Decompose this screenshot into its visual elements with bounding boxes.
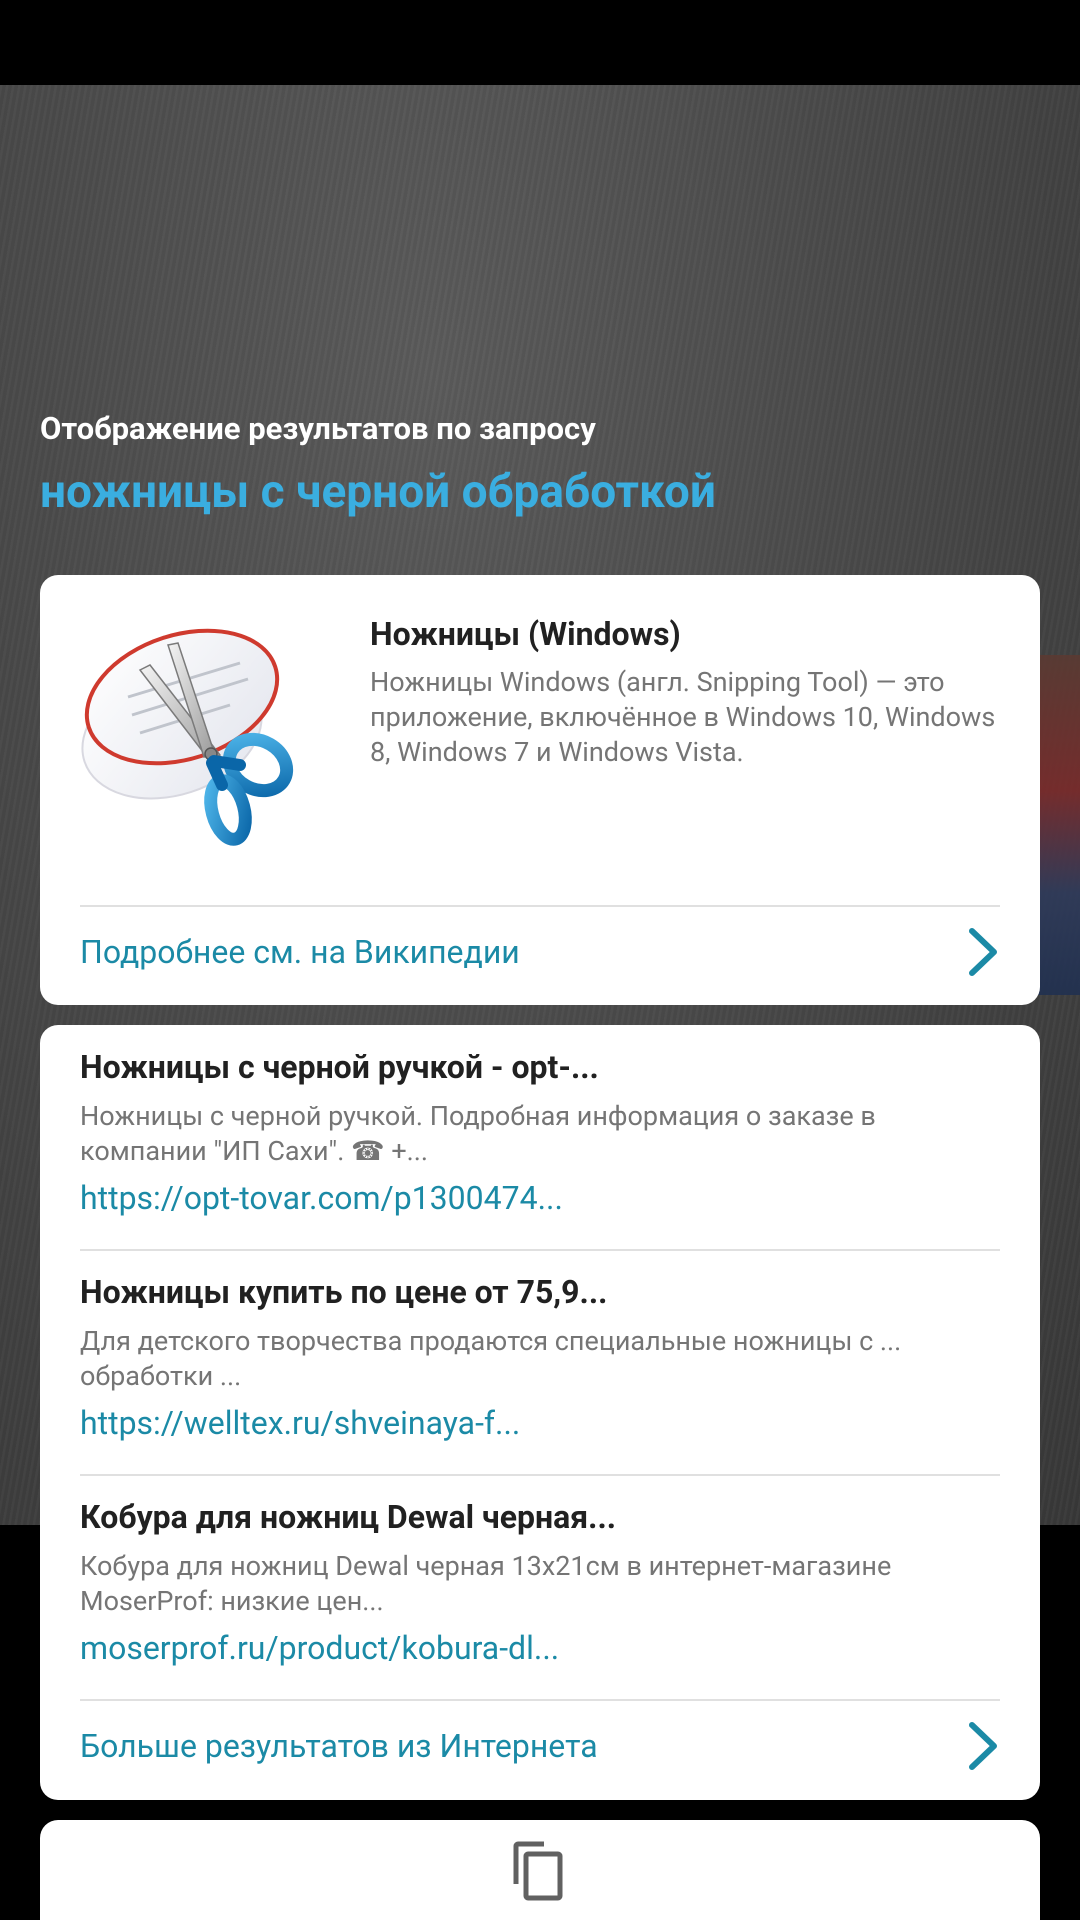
result-title: Кобура для ножниц Dewal черная...: [80, 1498, 617, 1536]
results-subtitle: Отображение результатов по запросу: [40, 410, 596, 447]
result-snippet: Для детского творчества продаются специа…: [80, 1325, 902, 1392]
snipping-tool-icon: [80, 615, 330, 855]
wikipedia-link-label: Подробнее см. на Википедии: [80, 933, 520, 971]
divider: [80, 1249, 1000, 1251]
web-results-card: Ножницы с черной ручкой - opt-... Ножниц…: [40, 1025, 1040, 1800]
wiki-description: Ножницы Windows (англ. Snipping Tool) — …: [370, 666, 996, 768]
copy-icon[interactable]: [510, 1840, 566, 1902]
divider: [80, 1474, 1000, 1476]
more-results-link[interactable]: Больше результатов из Интернета: [80, 1701, 1000, 1791]
result-item[interactable]: Ножницы купить по цене от 75,9... Для де…: [80, 1272, 1000, 1442]
copy-card[interactable]: [40, 1820, 1040, 1920]
chevron-right-icon: [969, 928, 997, 976]
chevron-right-icon: [969, 1722, 997, 1770]
status-bar: [0, 0, 1080, 85]
result-url[interactable]: https://opt-tovar.com/p1300474...: [80, 1179, 1000, 1217]
wiki-title: Ножницы (Windows): [370, 615, 681, 653]
result-snippet: Кобура для ножниц Dewal черная 13х21см в…: [80, 1550, 892, 1617]
result-item[interactable]: Ножницы с черной ручкой - opt-... Ножниц…: [80, 1047, 1000, 1217]
result-snippet: Ножницы с черной ручкой. Подробная инфор…: [80, 1100, 876, 1167]
result-item[interactable]: Кобура для ножниц Dewal черная... Кобура…: [80, 1497, 1000, 1667]
more-results-label: Больше результатов из Интернета: [80, 1727, 598, 1765]
wikipedia-link[interactable]: Подробнее см. на Википедии: [80, 907, 1000, 997]
result-url[interactable]: https://welltex.ru/shveinaya-f...: [80, 1404, 1000, 1442]
result-title: Ножницы с черной ручкой - opt-...: [80, 1048, 599, 1086]
wiki-card: Ножницы (Windows) Ножницы Windows (англ.…: [40, 575, 1040, 1005]
result-title: Ножницы купить по цене от 75,9...: [80, 1273, 608, 1311]
result-url[interactable]: moserprof.ru/product/kobura-dl...: [80, 1629, 1000, 1667]
screen: Отображение результатов по запросу ножни…: [0, 0, 1080, 1920]
search-query: ножницы с черной обработкой: [40, 465, 716, 519]
